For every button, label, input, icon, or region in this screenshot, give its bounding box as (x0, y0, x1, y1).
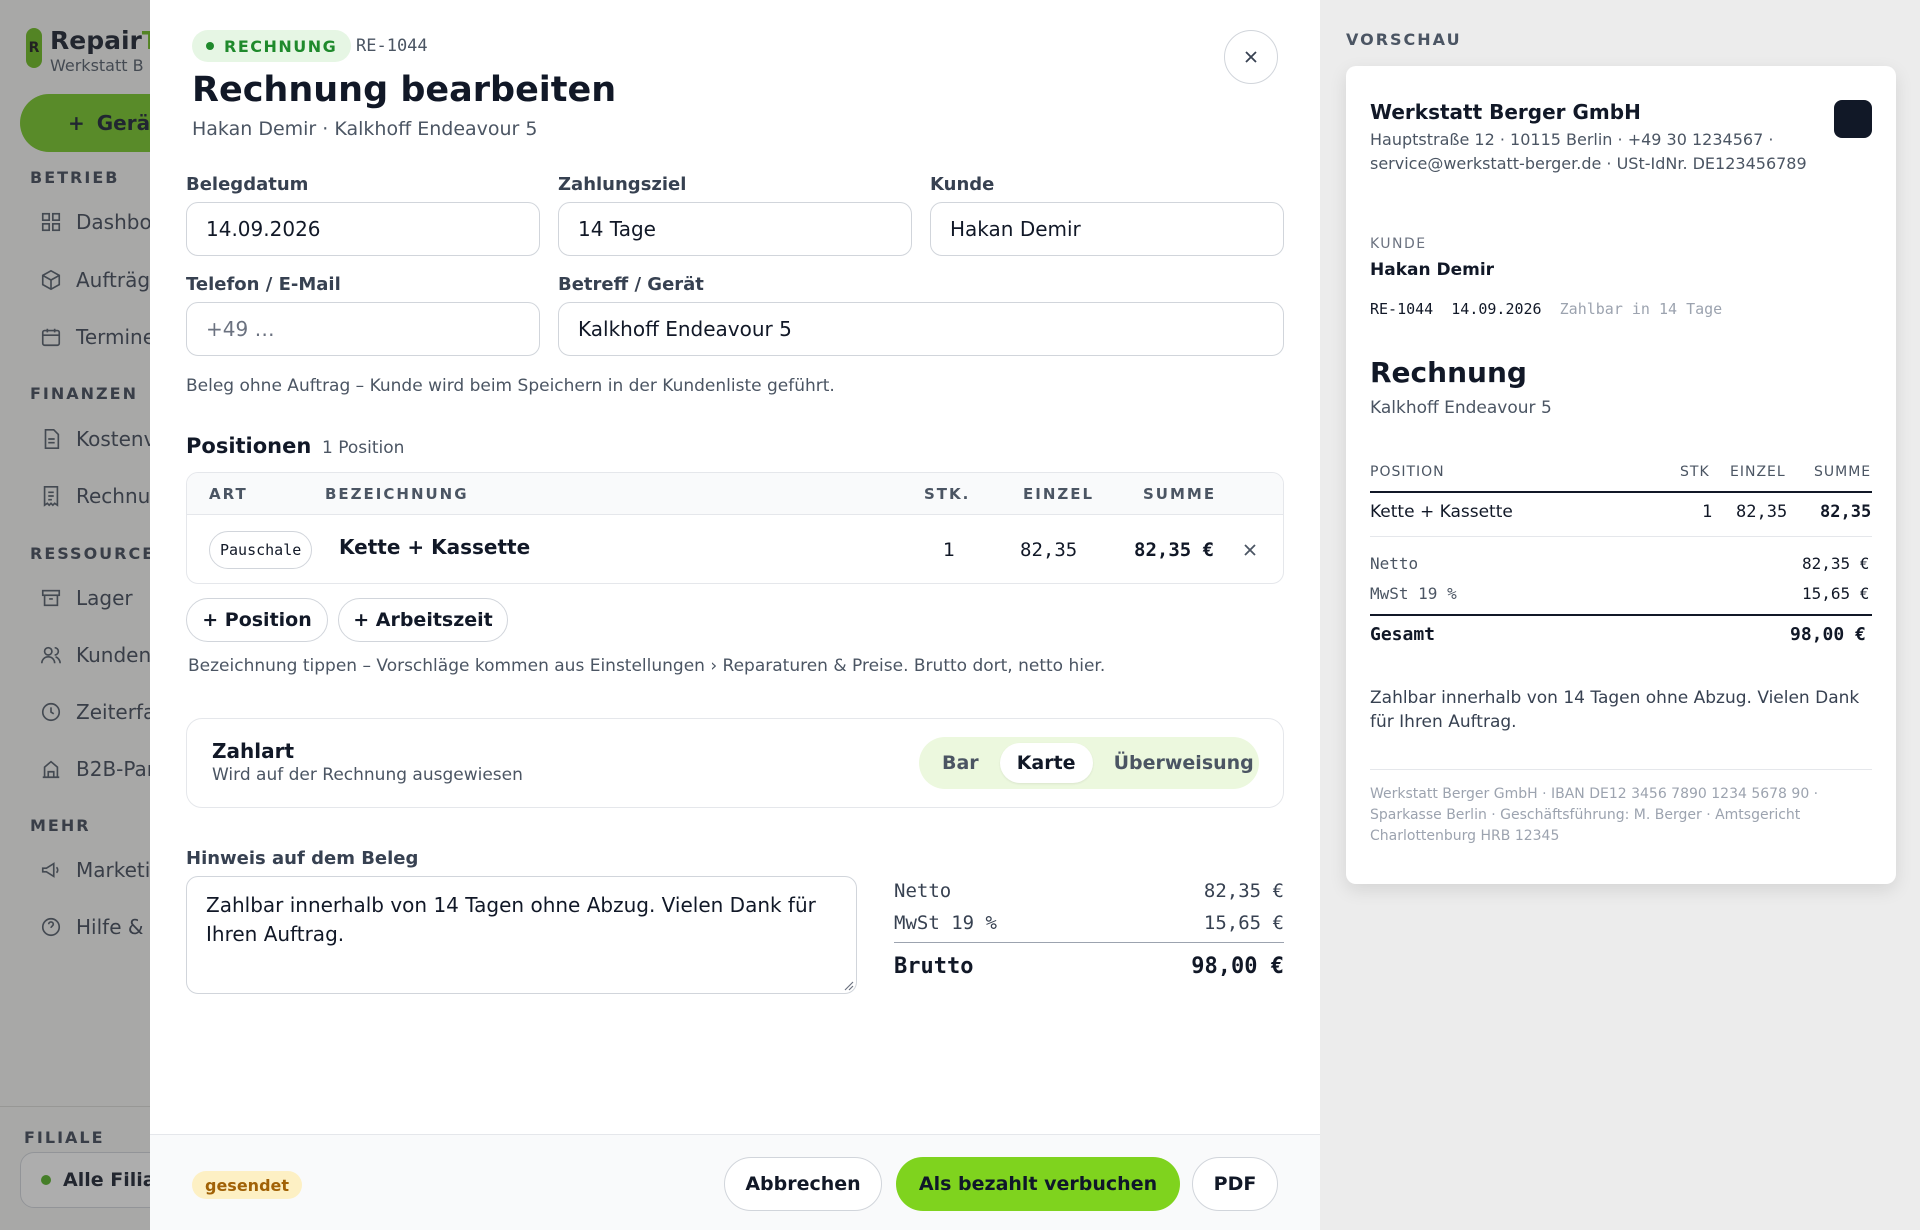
note-label: Hinweis auf dem Beleg (186, 848, 419, 869)
preview-netto-label: Netto (1370, 554, 1419, 573)
row-stk[interactable]: 1 (943, 539, 955, 561)
resize-grip-icon[interactable] (842, 979, 854, 991)
modal-backdrop[interactable] (0, 0, 150, 1230)
preview-kunde: Hakan Demir (1370, 260, 1495, 280)
payment-card: Zahlart Wird auf der Rechnung ausgewiese… (186, 718, 1284, 808)
kontakt-field[interactable]: +49 … (186, 302, 540, 356)
totals-mwst: MwSt 19 % 15,65 € (894, 912, 1284, 934)
page-title: Rechnung bearbeiten (192, 70, 617, 110)
totals-netto: Netto 82,35 € (894, 880, 1284, 902)
row-bezeichnung[interactable]: Kette + Kassette (339, 535, 530, 559)
row-einzel[interactable]: 82,35 (1020, 539, 1077, 561)
preview-col-stk: STK (1680, 464, 1710, 480)
pdf-button[interactable]: PDF (1192, 1157, 1278, 1211)
note-textarea[interactable]: Zahlbar innerhalb von 14 Tagen ohne Abzu… (186, 876, 857, 994)
belegdatum-label: Belegdatum (186, 174, 309, 195)
preview-device: Kalkhoff Endeavour 5 (1370, 398, 1552, 418)
payment-option-karte[interactable]: Karte (999, 743, 1093, 783)
document-number: RE-1044 (356, 36, 428, 56)
col-einzel: EINZEL (1023, 485, 1095, 503)
preview-company: Werkstatt Berger GmbH (1370, 100, 1641, 124)
cancel-button[interactable]: Abbrechen (724, 1157, 882, 1211)
preview-gesamt: 98,00 € (1790, 624, 1866, 645)
preview-row-einzel: 82,35 (1736, 502, 1788, 522)
invoice-preview: Werkstatt Berger GmbH Hauptstraße 12 · 1… (1346, 66, 1896, 884)
preview-row-rule (1370, 536, 1872, 537)
payment-option-bar[interactable]: Bar (925, 743, 996, 783)
preview-row-position: Kette + Kassette (1370, 502, 1513, 522)
preview-total-rule (1370, 614, 1872, 616)
status-badge: RECHNUNG (192, 30, 352, 62)
sent-status-badge: gesendet (192, 1171, 303, 1199)
close-button[interactable] (1224, 30, 1278, 84)
betreff-field[interactable]: Kalkhoff Endeavour 5 (558, 302, 1284, 356)
positions-hint: Bezeichnung tippen – Vorschläge kommen a… (188, 656, 1106, 676)
preview-row-summe: 82,35 (1820, 502, 1872, 522)
sidebar: R RepairT Werkstatt B +Gerä BETRIEB Dash… (0, 0, 150, 1230)
add-worktime-button[interactable]: + Arbeitszeit (338, 598, 508, 642)
mark-paid-button[interactable]: Als bezahlt verbuchen (896, 1157, 1180, 1211)
close-icon (1245, 51, 1257, 63)
preview-label: VORSCHAU (1346, 30, 1462, 49)
preview-kunde-label: KUNDE (1370, 236, 1427, 252)
page-subtitle: Hakan Demir · Kalkhoff Endeavour 5 (192, 118, 538, 140)
preview-col-summe: SUMME (1814, 464, 1872, 480)
modal-footer: gesendet Abbrechen Als bezahlt verbuchen… (150, 1134, 1320, 1230)
status-dot (206, 42, 214, 50)
preview-footer: Werkstatt Berger GmbH · IBAN DE12 3456 7… (1370, 786, 1819, 844)
preview-note: Zahlbar innerhalb von 14 Tagen ohne Abzu… (1370, 688, 1860, 732)
payment-subtitle: Wird auf der Rechnung ausgewiesen (212, 765, 523, 785)
betreff-label: Betreff / Gerät (558, 274, 704, 295)
customer-hint: Beleg ohne Auftrag – Kunde wird beim Spe… (186, 376, 835, 396)
add-position-button[interactable]: + Position (186, 598, 328, 642)
preview-netto: 82,35 € (1802, 554, 1870, 573)
preview-title: Rechnung (1370, 356, 1527, 389)
preview-gesamt-label: Gesamt (1370, 624, 1436, 645)
delete-row-button[interactable] (1239, 539, 1261, 561)
payment-title: Zahlart (212, 739, 295, 763)
belegdatum-field[interactable]: 14.09.2026 (186, 202, 540, 256)
preview-row-stk: 1 (1702, 502, 1713, 522)
table-header: ART BEZEICHNUNG STK. EINZEL SUMME (187, 473, 1283, 515)
kunde-field[interactable]: Hakan Demir (930, 202, 1284, 256)
kunde-label: Kunde (930, 174, 995, 195)
positions-title: Positionen (186, 434, 312, 458)
totals-brutto: Brutto 98,00 € (894, 954, 1284, 979)
col-stk: STK. (924, 485, 971, 503)
col-summe: SUMME (1143, 485, 1217, 503)
totals-divider (894, 942, 1284, 943)
col-art: ART (209, 485, 248, 503)
zahlungsziel-field[interactable]: 14 Tage (558, 202, 912, 256)
payment-method-toggle: Bar Karte Überweisung (919, 737, 1259, 789)
payment-option-ueberweisung[interactable]: Überweisung (1097, 743, 1271, 783)
preview-col-position: POSITION (1370, 464, 1445, 480)
kontakt-label: Telefon / E-Mail (186, 274, 341, 295)
preview-mwst: 15,65 € (1802, 584, 1870, 603)
note-text: Zahlbar innerhalb von 14 Tagen ohne Abzu… (206, 893, 816, 946)
art-pill[interactable]: Pauschale (209, 531, 313, 569)
close-icon (1244, 544, 1256, 556)
table-row[interactable]: Pauschale Kette + Kassette 1 82,35 82,35… (187, 515, 1283, 583)
positions-count: 1 Position (322, 438, 405, 458)
preview-header-rule (1370, 491, 1872, 493)
positions-table: ART BEZEICHNUNG STK. EINZEL SUMME Pausch… (186, 472, 1284, 584)
preview-col-einzel: EINZEL (1730, 464, 1786, 480)
preview-footer-rule (1370, 769, 1872, 770)
preview-mwst-label: MwSt 19 % (1370, 584, 1457, 603)
row-summe: 82,35 € (1134, 539, 1215, 561)
preview-meta: RE-1044 14.09.2026 Zahlbar in 14 Tage (1370, 300, 1723, 318)
col-bezeichnung: BEZEICHNUNG (325, 485, 469, 503)
invoice-edit-modal: RECHNUNG RE-1044 Rechnung bearbeiten Hak… (150, 0, 1320, 1230)
company-logo (1834, 100, 1872, 138)
zahlungsziel-label: Zahlungsziel (558, 174, 687, 195)
preview-address: Hauptstraße 12 · 10115 Berlin · +49 30 1… (1370, 130, 1807, 173)
